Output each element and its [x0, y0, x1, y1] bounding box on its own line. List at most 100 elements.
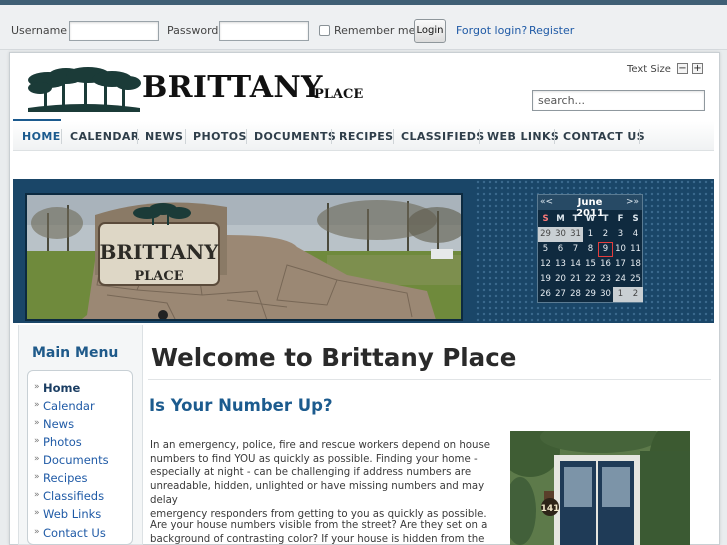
search-input[interactable]: search...	[532, 90, 705, 111]
menu-arrow-icon: »	[34, 382, 40, 392]
calendar-prev-button[interactable]: «<	[540, 197, 553, 207]
calendar-day[interactable]: 25	[628, 272, 643, 287]
nav-divider	[639, 129, 640, 144]
brand-name[interactable]: BRITTANY	[142, 70, 323, 105]
menu-arrow-icon: »	[34, 527, 40, 537]
menu-item-classifieds[interactable]: Classifieds	[43, 489, 104, 503]
menu-arrow-icon: »	[34, 400, 40, 410]
nav-photos[interactable]: PHOTOS	[193, 130, 247, 143]
calendar-day[interactable]: 26	[538, 287, 553, 302]
calendar-weekday-label: T	[602, 214, 609, 224]
brand-subname[interactable]: PLACE	[314, 87, 363, 102]
calendar-day[interactable]: 9	[598, 242, 613, 257]
calendar-weekday-label: F	[617, 214, 624, 224]
username-input[interactable]	[69, 21, 159, 41]
mini-calendar: «< June 2011 >» S M T W T F S 29 30 31 1 2 3 4 5 6 7 8 9 10…	[537, 194, 643, 303]
menu-item-news[interactable]: News	[43, 417, 74, 431]
nav-divider	[479, 129, 480, 144]
article-paragraph-1: In an emergency, police, fire and rescue…	[150, 439, 502, 521]
remember-checkbox[interactable]	[319, 25, 330, 36]
nav-web-links[interactable]: WEB LINKS	[487, 130, 559, 143]
calendar-day[interactable]: 29	[538, 227, 553, 242]
nav-contact-us[interactable]: CONTACT US	[563, 130, 645, 143]
calendar-day[interactable]: 22	[583, 272, 598, 287]
menu-item-recipes[interactable]: Recipes	[43, 471, 87, 485]
calendar-day[interactable]: 24	[613, 272, 628, 287]
menu-arrow-icon: »	[34, 472, 40, 482]
tree-logo-icon[interactable]	[26, 66, 142, 114]
text-line: Are your house numbers visible from the …	[150, 520, 488, 531]
calendar-day[interactable]: 2	[628, 287, 643, 302]
nav-divider	[331, 129, 332, 144]
calendar-day[interactable]: 28	[568, 287, 583, 302]
text-line: numbers to find YOU as quickly as possib…	[150, 453, 478, 465]
remember-label: Remember me	[334, 24, 416, 37]
calendar-weekday-label: T	[572, 214, 579, 224]
article-title[interactable]: Is Your Number Up?	[149, 396, 333, 415]
calendar-day[interactable]: 7	[568, 242, 583, 257]
nav-recipes[interactable]: RECIPES	[339, 130, 393, 143]
calendar-day[interactable]: 29	[583, 287, 598, 302]
calendar-day[interactable]: 21	[568, 272, 583, 287]
menu-arrow-icon: »	[34, 490, 40, 500]
menu-item-calendar[interactable]: Calendar	[43, 399, 95, 413]
text-decrease-button[interactable]: −	[677, 63, 688, 74]
calendar-day[interactable]: 1	[613, 287, 628, 302]
calendar-day[interactable]: 30	[598, 287, 613, 302]
calendar-day[interactable]: 10	[613, 242, 628, 257]
register-link[interactable]: Register	[529, 24, 574, 37]
calendar-day[interactable]: 16	[598, 257, 613, 272]
password-input[interactable]	[219, 21, 309, 41]
menu-item-photos[interactable]: Photos	[43, 435, 82, 449]
text-line: unreadable, hidden, unlighted or have mi…	[150, 481, 485, 506]
menu-item-web-links[interactable]: Web Links	[43, 507, 101, 521]
calendar-next-button[interactable]: >»	[626, 197, 639, 207]
calendar-day[interactable]: 13	[553, 257, 568, 272]
nav-classifieds[interactable]: CLASSIFIEDS	[401, 130, 485, 143]
calendar-day[interactable]: 3	[613, 227, 628, 242]
nav-divider	[246, 129, 247, 144]
nav-divider	[393, 129, 394, 144]
calendar-day[interactable]: 14	[568, 257, 583, 272]
sign-brand-text: BRITTANY	[100, 240, 220, 264]
calendar-day[interactable]: 15	[583, 257, 598, 272]
menu-item-home[interactable]: Home	[43, 381, 80, 395]
calendar-day[interactable]: 19	[538, 272, 553, 287]
text-increase-button[interactable]: +	[692, 63, 703, 74]
calendar-day[interactable]: 1	[583, 227, 598, 242]
calendar-day[interactable]: 2	[598, 227, 613, 242]
menu-arrow-icon: »	[34, 436, 40, 446]
calendar-day[interactable]: 8	[583, 242, 598, 257]
nav-divider	[185, 129, 186, 144]
nav-calendar[interactable]: CALENDAR	[70, 130, 140, 143]
menu-arrow-icon: »	[34, 418, 40, 428]
calendar-weekday-label: M	[556, 214, 565, 224]
calendar-day[interactable]: 12	[538, 257, 553, 272]
menu-item-contact-us[interactable]: Contact Us	[43, 526, 106, 540]
text-line: background of contrasting color? If your…	[150, 533, 485, 545]
calendar-weekday-label: S	[632, 214, 639, 224]
calendar-day[interactable]: 6	[553, 242, 568, 257]
calendar-day[interactable]: 17	[613, 257, 628, 272]
text-line: In an emergency, police, fire and rescue…	[150, 440, 491, 451]
calendar-day[interactable]: 30	[553, 227, 568, 242]
username-label: Username	[11, 24, 68, 37]
calendar-day[interactable]: 4	[628, 227, 643, 242]
calendar-day[interactable]: 27	[553, 287, 568, 302]
calendar-day[interactable]: 11	[628, 242, 643, 257]
calendar-day[interactable]: 5	[538, 242, 553, 257]
login-button[interactable]: Login	[414, 19, 446, 43]
menu-item-documents[interactable]: Documents	[43, 453, 109, 467]
nav-home[interactable]: HOME	[22, 130, 61, 143]
calendar-day[interactable]: 23	[598, 272, 613, 287]
text-size-label: Text Size	[627, 64, 671, 75]
calendar-day[interactable]: 20	[553, 272, 568, 287]
nav-documents[interactable]: DOCUMENTS	[254, 130, 336, 143]
nav-news[interactable]: NEWS	[145, 130, 183, 143]
main-menu-title: Main Menu	[32, 345, 119, 361]
main-nav: HOME CALENDAR NEWS PHOTOS DOCUMENTS RECI…	[13, 121, 714, 151]
nav-divider	[137, 129, 138, 144]
calendar-day[interactable]: 18	[628, 257, 643, 272]
calendar-day[interactable]: 31	[568, 227, 583, 242]
forgot-login-link[interactable]: Forgot login?	[456, 24, 527, 37]
